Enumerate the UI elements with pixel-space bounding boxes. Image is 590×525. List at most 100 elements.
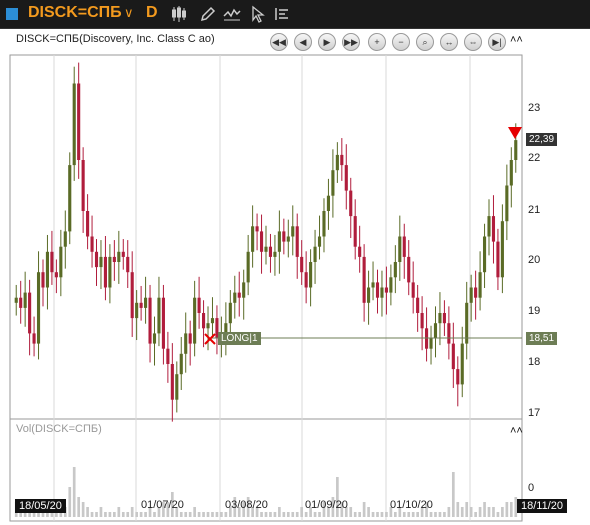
candle-body [487,216,491,237]
candle-body [277,231,281,252]
volume-bar [478,507,482,517]
volume-bar [86,507,89,517]
volume-bar [117,507,121,517]
previous-icon[interactable]: ◀ [294,33,312,51]
chevron-down-icon[interactable]: ∨ [124,5,134,21]
candle-body [322,211,326,237]
position-label[interactable]: LONG|1 [218,332,261,345]
candle-body [126,256,130,273]
candle-body [161,297,165,349]
x-label: 18/05/20 [15,499,66,513]
line-chart-icon[interactable] [222,4,242,24]
volume-bar [72,467,76,517]
period-label[interactable]: D [146,4,158,22]
volume-bar [77,497,81,517]
volume-bar [104,512,107,517]
candle-body [255,226,259,232]
volume-bar [206,512,210,517]
candle-body [86,211,90,237]
candle-body [429,338,433,349]
entry-marker [204,333,216,345]
candle-body [460,343,464,385]
candle-body [14,297,18,303]
candle-body [166,348,170,364]
volume-bar [402,512,406,517]
position-price-tag: 18,51 [526,332,558,345]
last-icon[interactable]: ▶▶ [342,33,360,51]
candle-body [72,83,76,166]
volume-bar [286,512,290,517]
x-label: 01/10/20 [390,499,433,511]
y-tick: 20 [528,254,541,266]
x-label: 03/08/20 [225,499,268,511]
candle-body [375,282,380,298]
candle-body [384,287,388,293]
volume-title: Vol(DISCK=СПБ) [16,423,102,435]
candle-body [268,246,273,257]
collapse-up-icon[interactable]: ˄˄ [510,34,523,46]
compress-icon[interactable]: ↔ [440,33,458,51]
candle-body [32,333,36,344]
end-icon[interactable]: ▶| [488,33,506,51]
volume-bar [438,512,442,517]
candle-body [108,256,112,288]
candle-body [228,302,232,324]
last-price-tag: 22,39 [526,133,558,146]
volume-bar [130,507,134,517]
cursor-icon[interactable] [248,4,268,24]
zoom-out-icon[interactable]: − [392,33,410,51]
candle-body [478,272,482,298]
candle-body [242,282,246,298]
volume-bar [113,512,116,517]
candle-body [144,297,148,308]
candle-body [59,246,63,278]
volume-bar [121,512,125,517]
candle-body [456,369,460,385]
volume-bar [193,507,196,517]
expand-icon[interactable]: ⇔ [464,33,482,51]
candlestick-icon[interactable] [170,4,190,24]
volume-bar [376,512,379,517]
candle-body [358,246,362,257]
candle-body [286,236,290,242]
first-icon[interactable]: ◀◀ [270,33,288,51]
volume-collapse-up-icon[interactable]: ˄˄ [510,425,523,437]
chart-frame [9,54,523,522]
volume-bar [215,512,219,517]
volume-bar [358,512,362,517]
symbol-label[interactable]: DISCK=СПБ [28,4,122,22]
zoom-in-icon[interactable]: + [368,33,386,51]
candle-body [233,292,237,303]
candle-body [36,272,41,344]
price-chart[interactable] [0,29,590,525]
candle-body [389,277,393,293]
volume-bar [429,512,433,517]
volume-bar [394,512,397,517]
candle-body [291,226,295,237]
volume-bar [220,512,223,517]
next-icon[interactable]: ▶ [318,33,336,51]
symbol-color-swatch [6,8,18,20]
list-icon[interactable] [272,4,292,24]
candle-body [438,313,442,324]
volume-bar [278,507,281,517]
candle-body [175,374,179,400]
candle-body [326,195,331,211]
volume-bar [434,512,437,517]
candle-body [259,231,264,252]
pencil-icon[interactable] [198,4,218,24]
candle-body [152,333,157,344]
candle-body [380,287,384,298]
x-label: 01/07/20 [141,499,184,511]
y-tick: 18 [528,356,541,368]
candle-body [371,282,375,288]
candle-body [451,343,455,370]
candle-body [197,297,201,313]
candle-body [353,216,357,247]
volume-bar [211,512,214,517]
volume-bar [465,502,469,517]
volume-bar [505,502,509,517]
volume-bar [451,472,455,517]
zoom-fit-icon[interactable]: ⌕ [416,33,434,51]
candle-body [465,302,469,344]
